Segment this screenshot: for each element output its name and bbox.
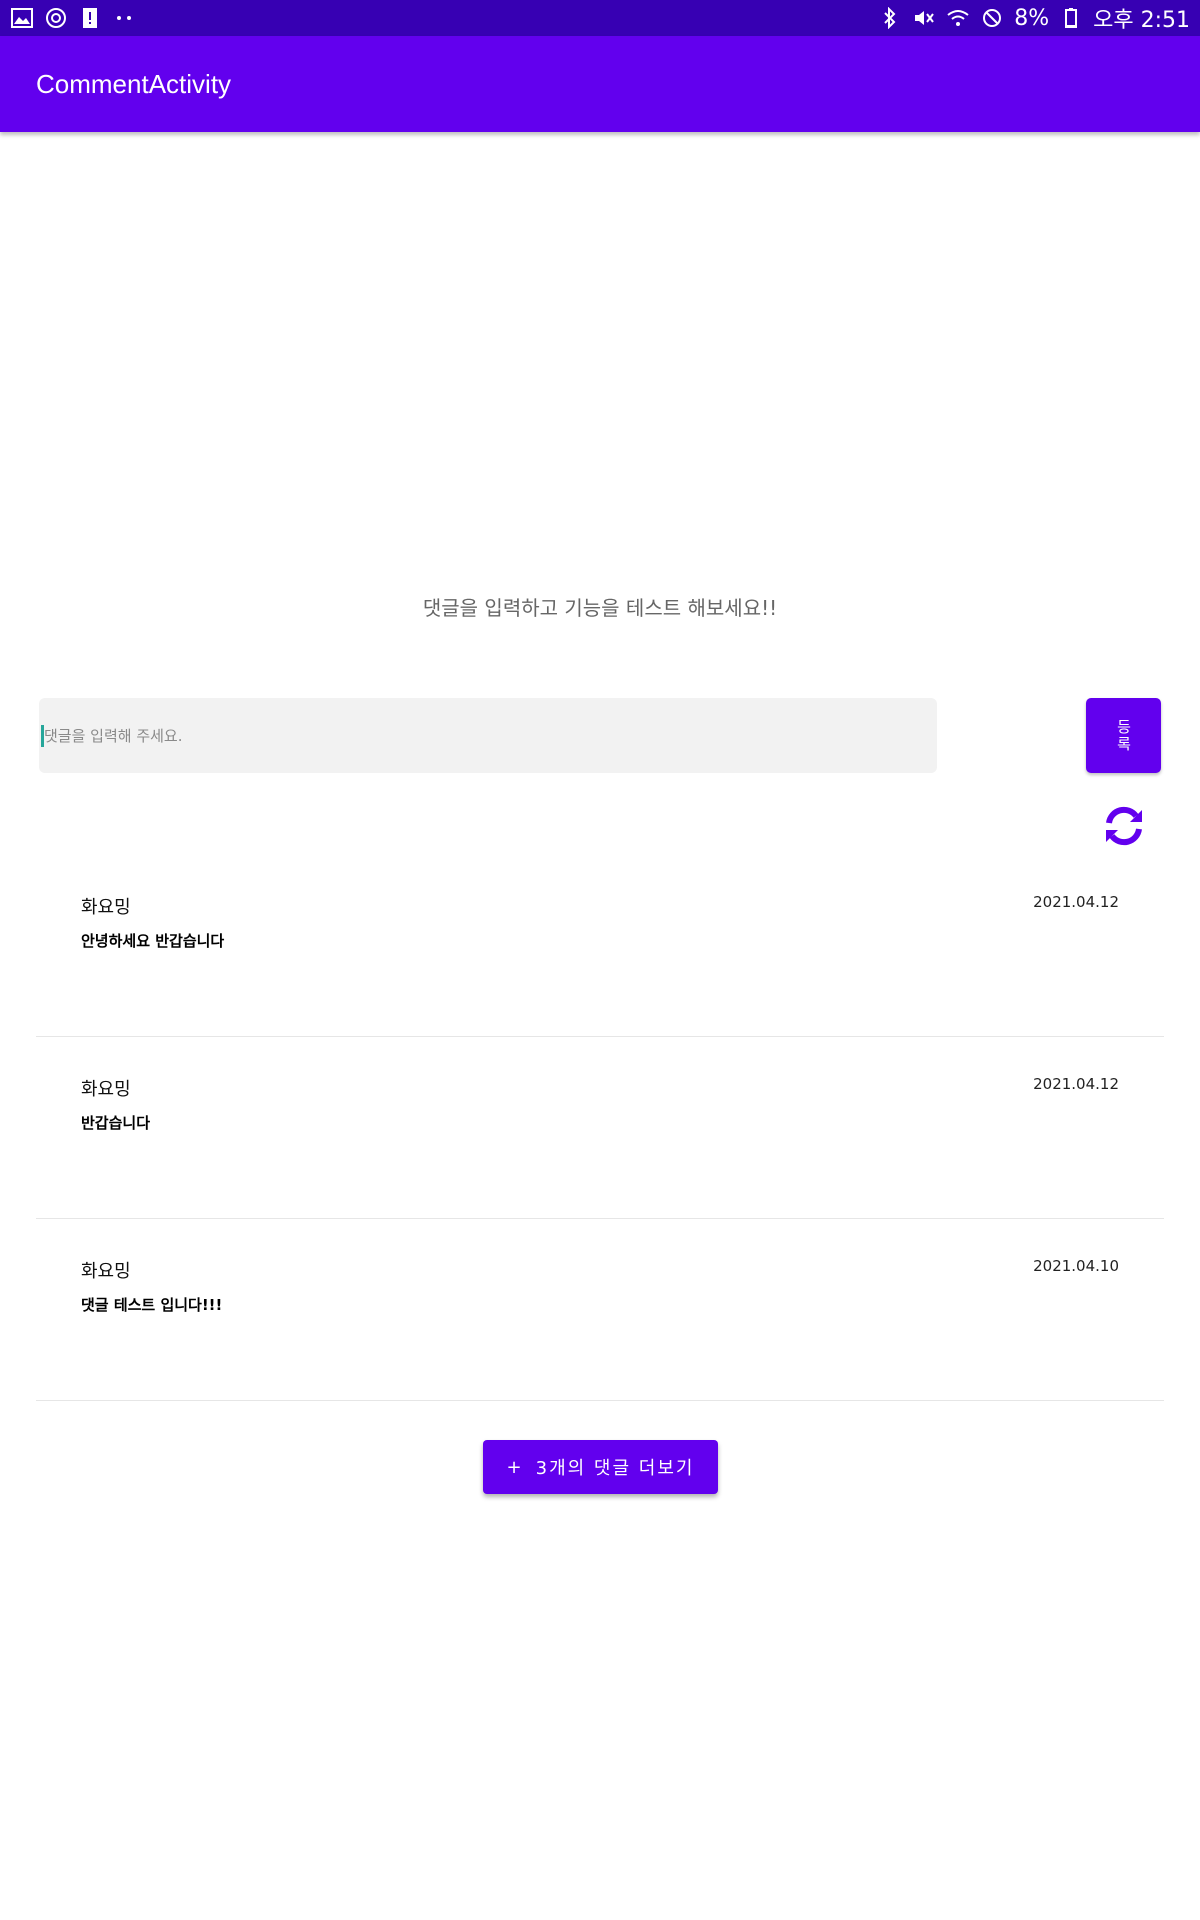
- comment-author: 화요밍: [81, 1079, 131, 1100]
- load-more-label: 3개의 댓글 더보기: [535, 1458, 695, 1479]
- comment-input-placeholder: 댓글을 입력해 주세요.: [44, 727, 183, 745]
- comment-input[interactable]: 댓글을 입력해 주세요.: [39, 698, 937, 773]
- sync-icon: [44, 6, 68, 30]
- wifi-icon: [946, 6, 970, 30]
- refresh-icon[interactable]: [1100, 802, 1148, 850]
- submit-button[interactable]: 등록: [1086, 698, 1161, 773]
- comment-date: 2021.04.12: [1033, 1075, 1119, 1093]
- alert-icon: [78, 6, 102, 30]
- comment-row: 화요밍 반갑습니다 2021.04.12: [36, 1037, 1164, 1219]
- comment-author: 화요밍: [81, 897, 131, 918]
- comment-date: 2021.04.12: [1033, 893, 1119, 911]
- load-more-comments-button[interactable]: + 3개의 댓글 더보기: [483, 1440, 718, 1494]
- status-right-icons: 8% 오후 2:51: [878, 2, 1190, 34]
- battery-icon: [1059, 6, 1083, 30]
- status-bar: 8% 오후 2:51: [0, 0, 1200, 36]
- bluetooth-icon: [878, 6, 902, 30]
- clock: 오후 2:51: [1093, 8, 1190, 33]
- plus-icon: +: [506, 1456, 524, 1478]
- app-bar: CommentActivity: [0, 36, 1200, 132]
- comment-author: 화요밍: [81, 1261, 131, 1282]
- do-not-disturb-icon: [980, 6, 1004, 30]
- comment-row: 화요밍 안녕하세요 반갑습니다 2021.04.12: [36, 855, 1164, 1037]
- comment-date: 2021.04.10: [1033, 1257, 1119, 1275]
- comment-body: 댓글 테스트 입니다!!!: [81, 1296, 223, 1314]
- prompt-text: 댓글을 입력하고 기능을 테스트 해보세요!!: [422, 596, 778, 620]
- comment-row: 화요밍 댓글 테스트 입니다!!! 2021.04.10: [36, 1219, 1164, 1401]
- image-icon: [10, 6, 34, 30]
- more-dots-icon: [112, 6, 136, 30]
- battery-percent: 8%: [1014, 5, 1050, 31]
- status-left-icons: [10, 6, 136, 30]
- comment-body: 반갑습니다: [81, 1114, 151, 1132]
- mute-icon: [912, 6, 936, 30]
- app-title: CommentActivity: [36, 68, 232, 99]
- comment-body: 안녕하세요 반갑습니다: [81, 932, 225, 950]
